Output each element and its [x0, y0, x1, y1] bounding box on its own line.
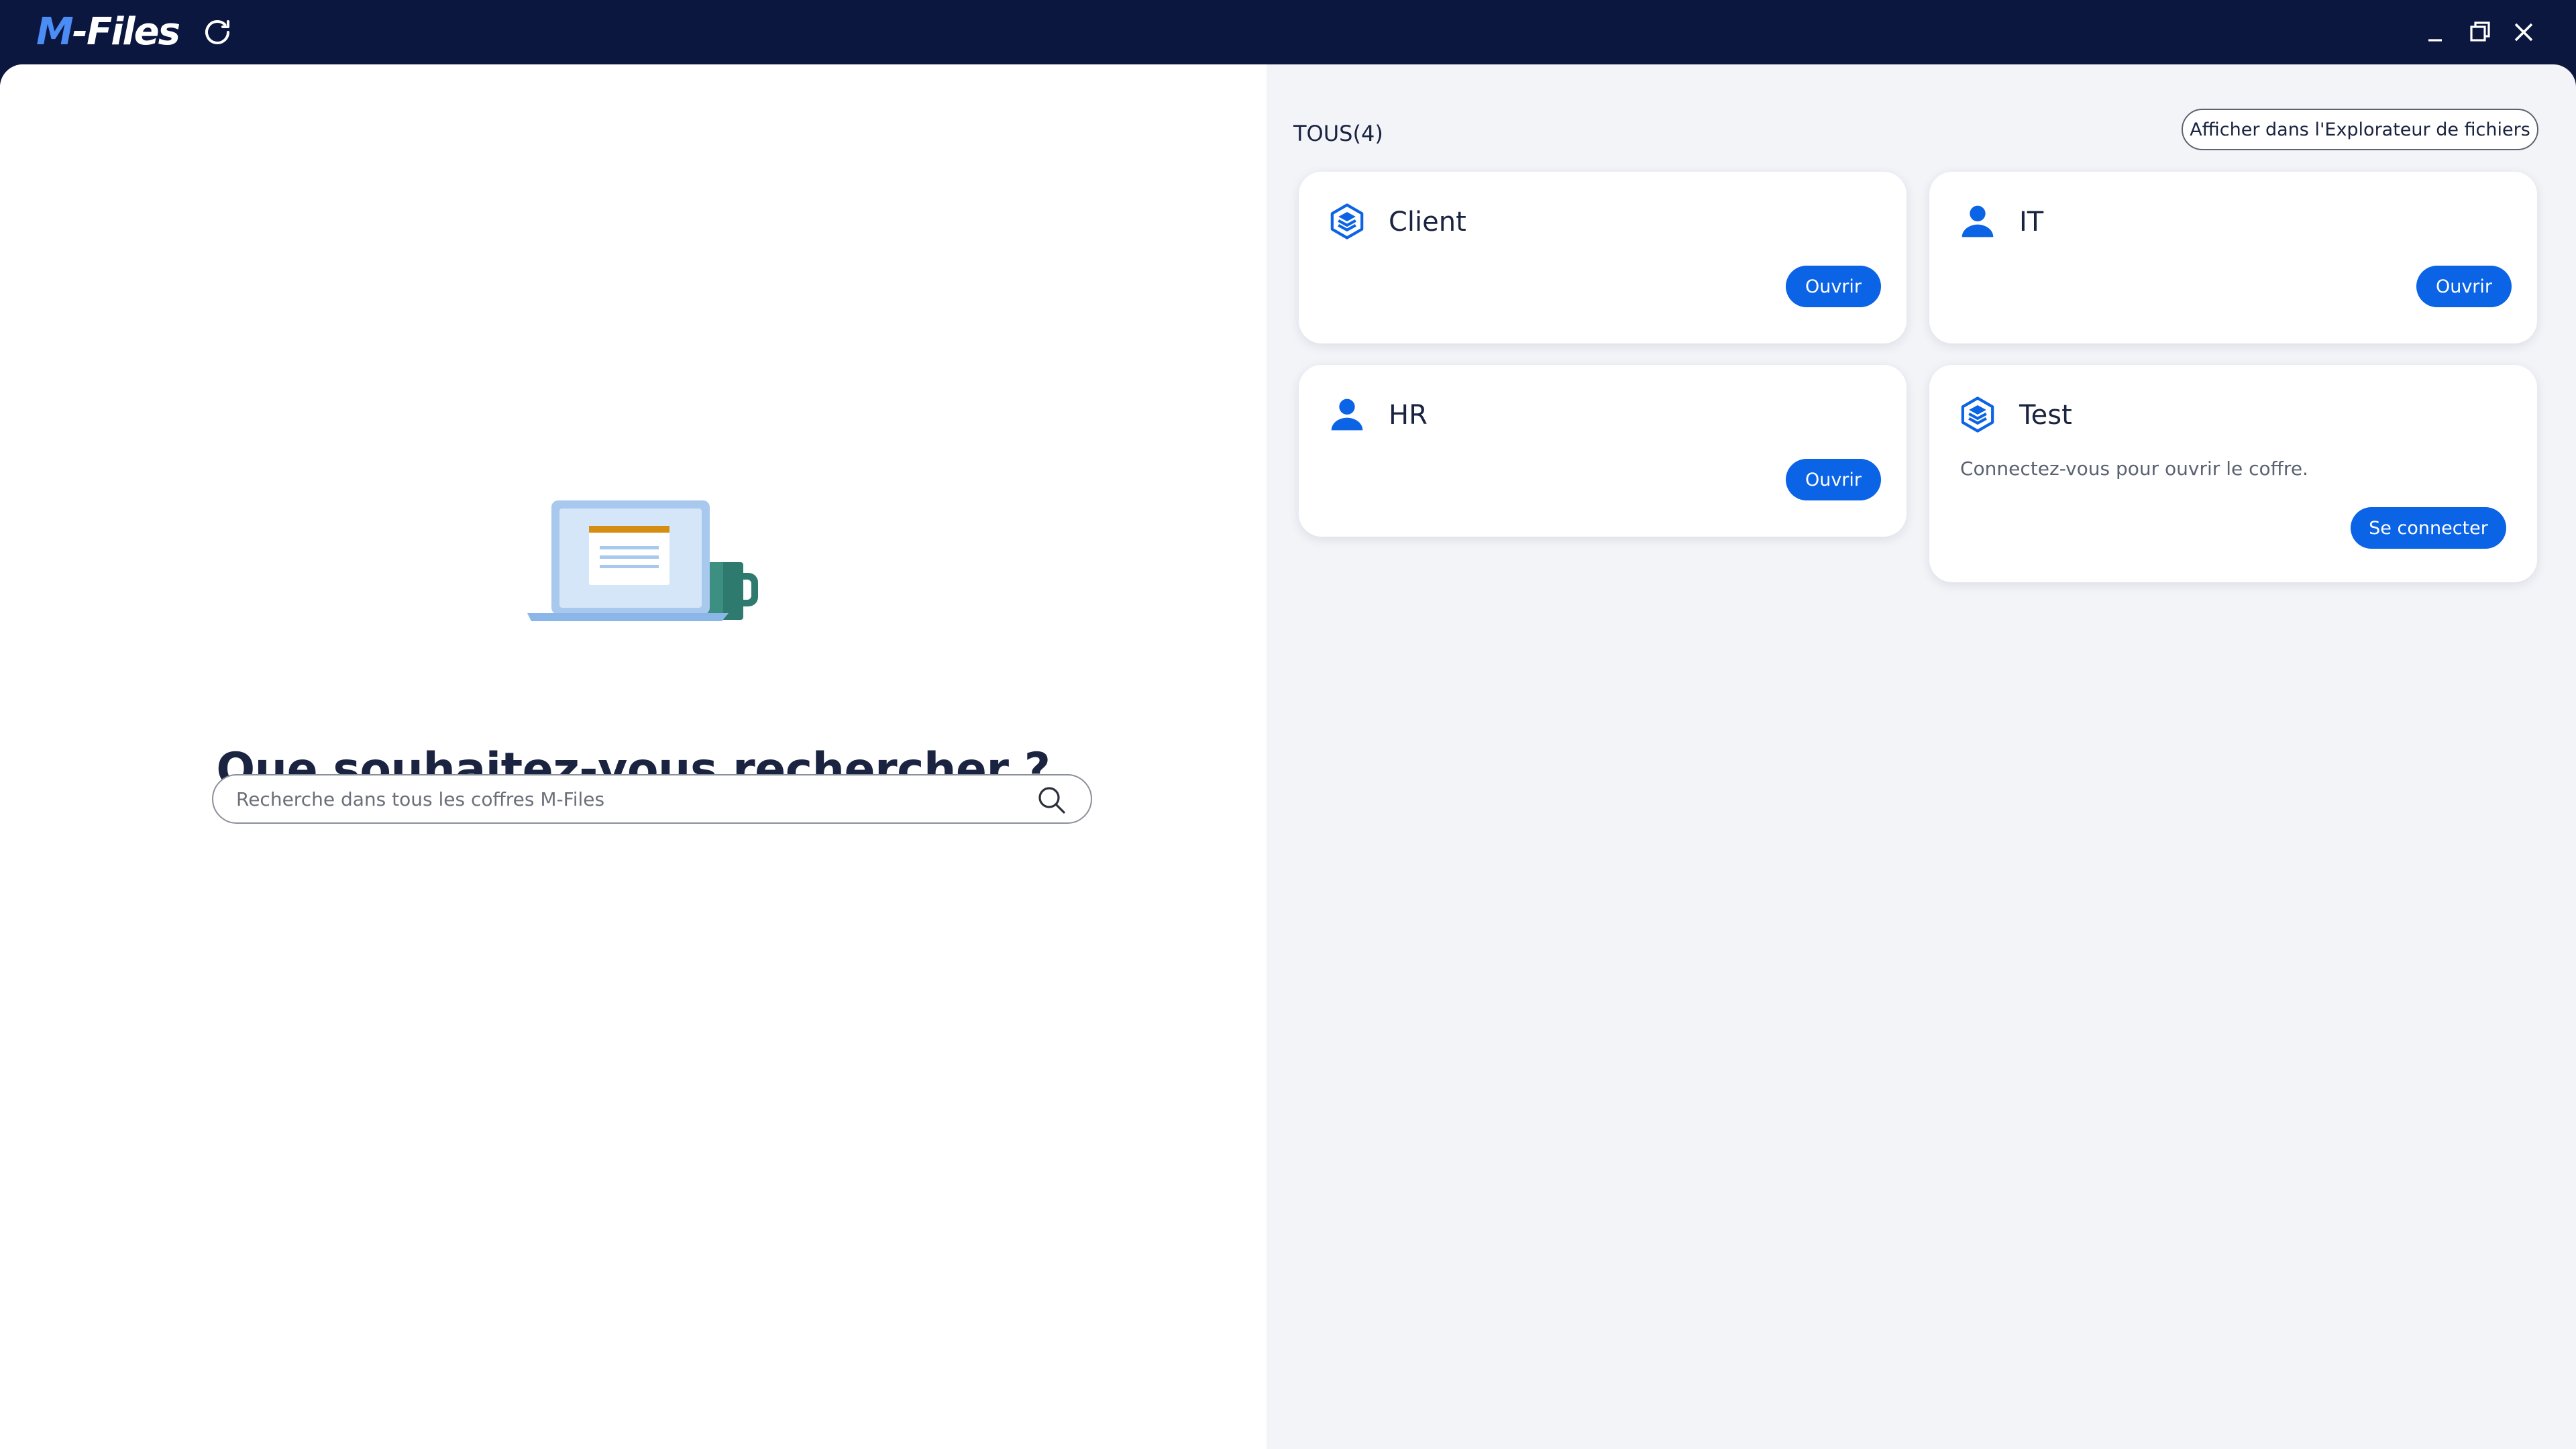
- open-vault-button[interactable]: Ouvrir: [1786, 266, 1881, 307]
- vaults-pane: TOUS(4) Afficher dans l'Explorateur de f…: [1267, 64, 2576, 1449]
- user-icon: [1331, 398, 1363, 431]
- vault-cube-icon: [1961, 396, 1994, 433]
- vault-name: Client: [1389, 207, 1466, 237]
- open-vault-button[interactable]: Ouvrir: [2416, 266, 2512, 307]
- open-vault-button[interactable]: Ouvrir: [1786, 459, 1881, 500]
- vault-name: IT: [2019, 207, 2044, 237]
- vault-cube-icon: [1330, 203, 1364, 239]
- refresh-icon[interactable]: [201, 16, 233, 48]
- close-icon[interactable]: [2510, 19, 2537, 46]
- vault-card-it: IT Ouvrir: [1929, 172, 2537, 343]
- log-in-button[interactable]: Se connecter: [2351, 507, 2506, 549]
- vault-filter-label: TOUS(4): [1293, 121, 1383, 146]
- vault-card-test: Test Connectez-vous pour ouvrir le coffr…: [1929, 365, 2537, 582]
- search-box[interactable]: [212, 774, 1092, 824]
- m-files-logo: M-Files: [36, 10, 180, 54]
- vault-name: Test: [2019, 400, 2072, 431]
- search-input[interactable]: [236, 782, 1021, 816]
- title-bar: M-Files: [0, 0, 2576, 64]
- laptop-coffee-illustration: [527, 500, 758, 621]
- vault-card-hr: HR Ouvrir: [1299, 365, 1907, 537]
- search-icon[interactable]: [1036, 784, 1068, 816]
- user-icon: [1962, 205, 1994, 237]
- show-in-explorer-button[interactable]: Afficher dans l'Explorateur de fichiers: [2182, 109, 2538, 150]
- vault-card-client: Client Ouvrir: [1299, 172, 1907, 343]
- vault-name: HR: [1389, 400, 1428, 431]
- vault-description: Connectez-vous pour ouvrir le coffre.: [1960, 458, 2308, 480]
- main-content: Que souhaitez-vous rechercher ? TOUS(4) …: [0, 64, 2576, 1449]
- restore-icon[interactable]: [2467, 19, 2494, 46]
- minimize-icon[interactable]: [2423, 19, 2450, 46]
- search-pane: Que souhaitez-vous rechercher ?: [0, 64, 1267, 1449]
